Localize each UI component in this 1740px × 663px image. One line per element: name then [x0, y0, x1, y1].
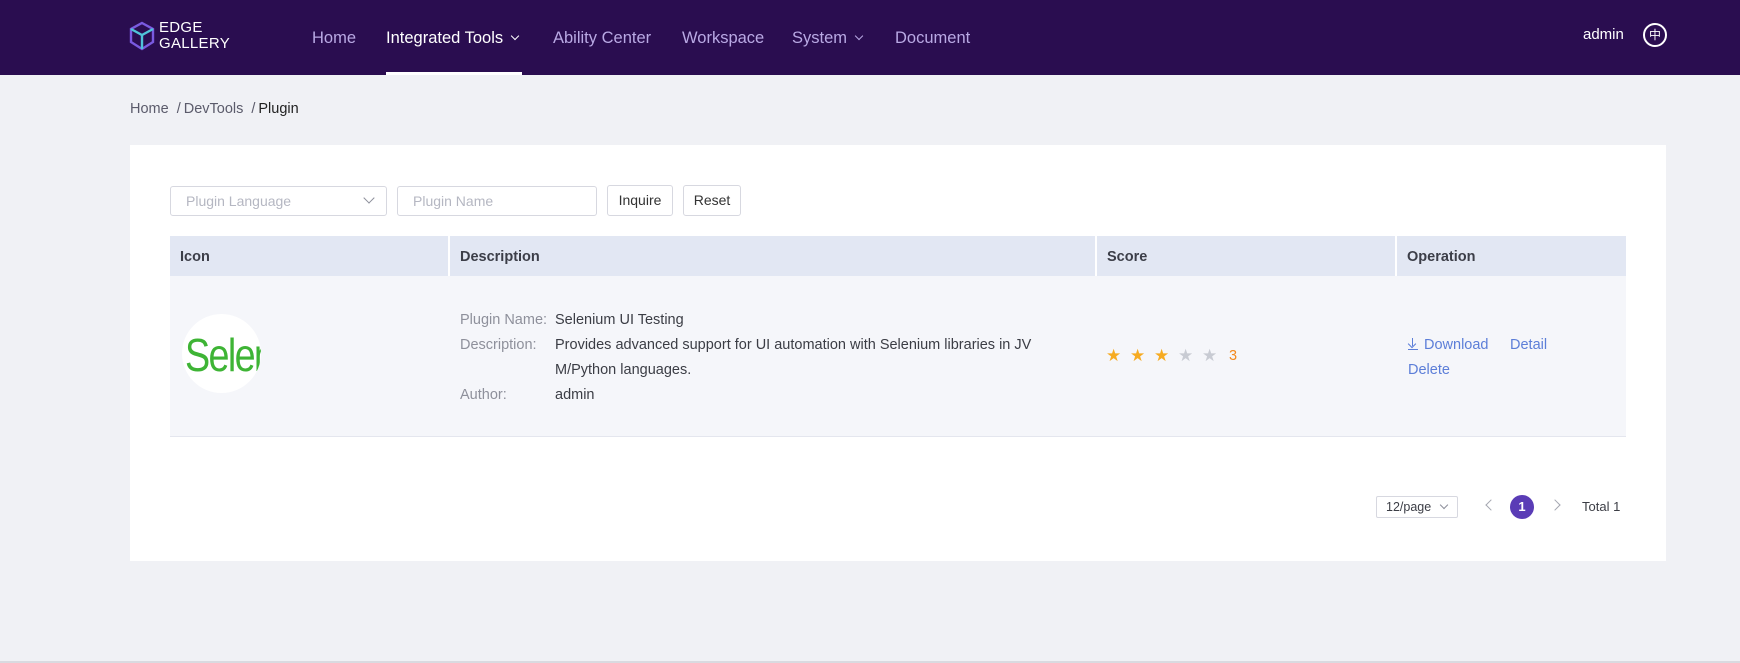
plugin-name-label: Plugin Name:	[460, 312, 548, 328]
page-size-select[interactable]: 12/page	[1376, 496, 1458, 518]
breadcrumb-current: Plugin	[258, 101, 299, 117]
top-navigation-bar: EDGE GALLERY Home Integrated Tools Abili…	[0, 0, 1740, 75]
reset-button[interactable]: Reset	[683, 185, 741, 216]
star-icon[interactable]: ★	[1154, 346, 1178, 366]
total-count: Total 1	[1582, 499, 1621, 514]
author-value-wrap: admin	[555, 383, 595, 408]
author-label-wrap: Author:	[460, 383, 507, 408]
star-icon[interactable]: ★	[1106, 346, 1130, 366]
plugin-icon: Selen	[182, 314, 261, 393]
user-name[interactable]: admin	[1583, 26, 1624, 43]
language-switch-icon[interactable]: 中	[1643, 23, 1667, 47]
plugin-language-select[interactable]: Plugin Language	[170, 186, 387, 216]
description-label: Description:	[460, 337, 537, 353]
detail-link[interactable]: Detail	[1510, 337, 1547, 353]
column-header-operation: Operation	[1397, 236, 1626, 276]
plugin-language-placeholder: Plugin Language	[186, 193, 292, 209]
description-value: Provides advanced support for UI automat…	[555, 333, 1031, 383]
breadcrumb: Home / DevTools / Plugin	[130, 101, 299, 117]
column-header-score: Score	[1097, 236, 1395, 276]
breadcrumb-home[interactable]: Home	[130, 101, 169, 117]
plugin-name-input[interactable]	[397, 186, 597, 216]
edge-gallery-logo[interactable]: EDGE GALLERY	[129, 19, 239, 53]
chevron-down-icon	[363, 192, 375, 204]
star-icon[interactable]: ★	[1130, 346, 1154, 366]
author-label: Author:	[460, 387, 507, 403]
breadcrumb-separator: /	[176, 101, 181, 117]
star-icon[interactable]: ★	[1178, 346, 1202, 366]
column-header-description: Description	[450, 236, 1095, 276]
description-line-2: M/Python languages.	[555, 362, 692, 378]
star-icon[interactable]: ★	[1202, 346, 1226, 366]
brand-name: EDGE GALLERY	[159, 19, 231, 52]
breadcrumb-separator: /	[251, 101, 256, 117]
column-header-icon: Icon	[170, 236, 448, 276]
nav-system[interactable]: System	[792, 0, 864, 75]
author-value: admin	[555, 387, 595, 403]
chevron-down-icon	[854, 31, 864, 41]
table-header: Icon Description Score Operation	[170, 236, 1626, 276]
delete-link[interactable]: Delete	[1408, 362, 1450, 378]
nav-ability-center[interactable]: Ability Center	[553, 0, 651, 75]
nav-system-label: System	[792, 29, 848, 47]
nav-integrated-tools-label: Integrated Tools	[386, 29, 504, 47]
nav-document[interactable]: Document	[895, 0, 970, 75]
score-value: 3	[1229, 348, 1238, 364]
page-size-value: 12/page	[1386, 500, 1432, 514]
score-rating[interactable]: ★ ★ ★ ★ ★ 3	[1106, 346, 1237, 366]
description-label-wrap: Description:	[460, 333, 537, 358]
plugin-name-value-wrap: Selenium UI Testing	[555, 308, 684, 333]
inquire-button[interactable]: Inquire	[607, 185, 673, 216]
nav-workspace[interactable]: Workspace	[682, 0, 764, 75]
breadcrumb-devtools[interactable]: DevTools	[184, 101, 244, 117]
download-label: Download	[1424, 337, 1489, 353]
download-icon	[1408, 338, 1418, 350]
chevron-down-icon	[1439, 500, 1449, 510]
chevron-down-icon	[510, 31, 520, 41]
cube-logo-icon	[129, 21, 155, 51]
plugin-name-row: Plugin Name:	[460, 308, 547, 333]
description-line-1: Provides advanced support for UI automat…	[555, 337, 1032, 353]
page-number-current[interactable]: 1	[1510, 495, 1534, 519]
plugin-name-value: Selenium UI Testing	[555, 312, 684, 328]
plugin-icon-text: Selen	[185, 329, 261, 381]
nav-integrated-tools[interactable]: Integrated Tools	[386, 0, 522, 75]
nav-home[interactable]: Home	[312, 0, 356, 75]
download-link[interactable]: Download	[1408, 337, 1489, 353]
